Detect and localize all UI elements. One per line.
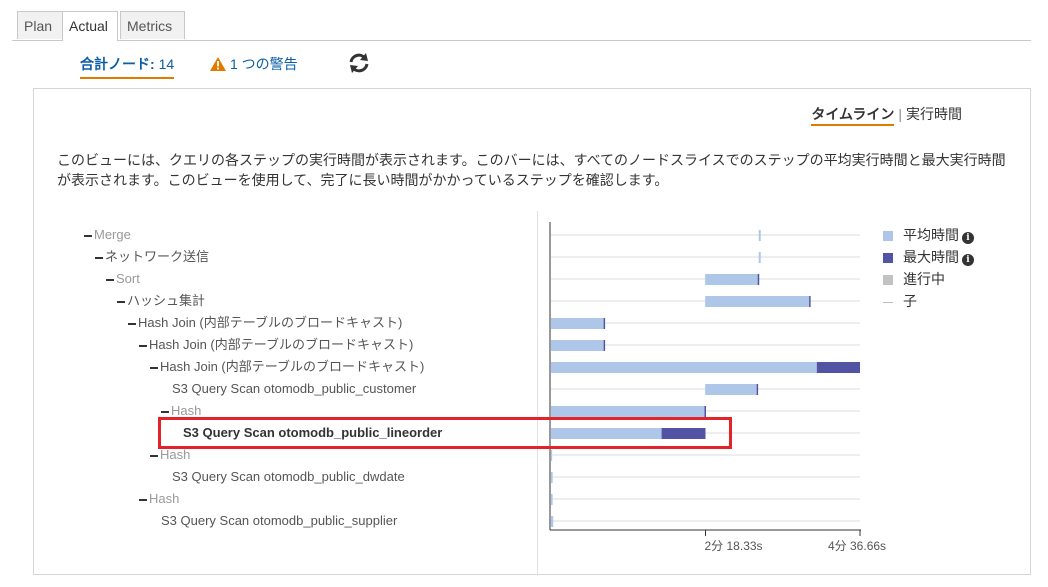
- legend-swatch: [883, 275, 893, 285]
- avg-time-bar: [551, 318, 604, 329]
- legend-line: [883, 301, 893, 303]
- max-time-marker: [809, 296, 811, 307]
- x-tick-label: 2分 18.33s: [704, 539, 763, 553]
- avg-time-bar: [551, 472, 553, 483]
- info-icon[interactable]: i: [962, 232, 974, 244]
- avg-time-bar: [551, 406, 706, 417]
- avg-time-bar: [551, 428, 662, 439]
- avg-time-bar: [705, 384, 757, 395]
- avg-time-bar: [551, 494, 553, 505]
- legend-item: 平均時間 i: [883, 225, 974, 245]
- avg-time-bar: [551, 450, 553, 461]
- avg-time-bar: [551, 340, 604, 351]
- max-time-marker: [757, 274, 760, 285]
- legend-item: 進行中: [883, 269, 945, 289]
- max-time-bar: [816, 362, 860, 373]
- avg-time-bar: [705, 296, 810, 307]
- avg-time-bar: [758, 252, 761, 263]
- legend-label: 平均時間: [903, 227, 959, 243]
- avg-time-bar: [551, 362, 817, 373]
- max-time-marker: [603, 340, 606, 351]
- legend-label: 子: [903, 293, 917, 309]
- legend-item: 最大時間 i: [883, 247, 974, 267]
- legend-item: 子: [883, 291, 917, 311]
- max-time-marker: [603, 318, 606, 329]
- legend-swatch: [883, 231, 893, 241]
- avg-time-bar: [551, 516, 554, 527]
- x-tick-label: 4分 36.66s: [828, 539, 887, 553]
- legend-label: 進行中: [903, 271, 945, 287]
- max-time-marker: [704, 406, 706, 417]
- avg-time-bar: [758, 230, 761, 241]
- legend-swatch: [883, 253, 893, 263]
- avg-time-bar: [705, 274, 759, 285]
- info-icon[interactable]: i: [962, 254, 974, 266]
- legend-label: 最大時間: [903, 249, 959, 265]
- max-time-bar: [661, 428, 706, 439]
- max-time-marker: [756, 384, 759, 395]
